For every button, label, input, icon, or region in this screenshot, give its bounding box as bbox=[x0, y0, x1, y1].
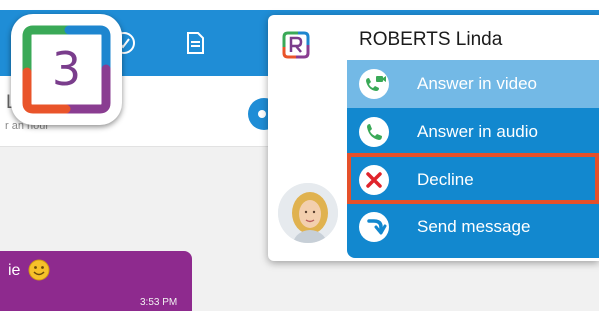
decline-highlight-frame bbox=[347, 153, 599, 204]
smiley-icon bbox=[28, 259, 50, 281]
step-badge: 3 bbox=[11, 14, 122, 125]
send-message-label: Send message bbox=[417, 217, 531, 236]
message-time: 3:53 PM bbox=[140, 297, 178, 308]
step-number: 3 bbox=[51, 42, 82, 96]
answer-audio-label: Answer in audio bbox=[417, 122, 538, 141]
send-message-button[interactable]: Send message bbox=[347, 203, 599, 251]
document-icon[interactable] bbox=[182, 30, 208, 56]
caller-avatar bbox=[276, 181, 340, 245]
app-logo-icon bbox=[281, 30, 311, 60]
phone-icon bbox=[359, 117, 389, 147]
send-message-icon bbox=[359, 212, 389, 242]
answer-video-label: Answer in video bbox=[417, 74, 538, 93]
caller-name: ROBERTS Linda bbox=[359, 29, 503, 50]
answer-audio-button[interactable]: Answer in audio bbox=[347, 108, 599, 156]
message-text: ie bbox=[8, 262, 21, 279]
call-icon-dot bbox=[258, 110, 266, 118]
answer-video-button[interactable]: Answer in video bbox=[347, 60, 599, 108]
video-call-icon bbox=[359, 69, 389, 99]
